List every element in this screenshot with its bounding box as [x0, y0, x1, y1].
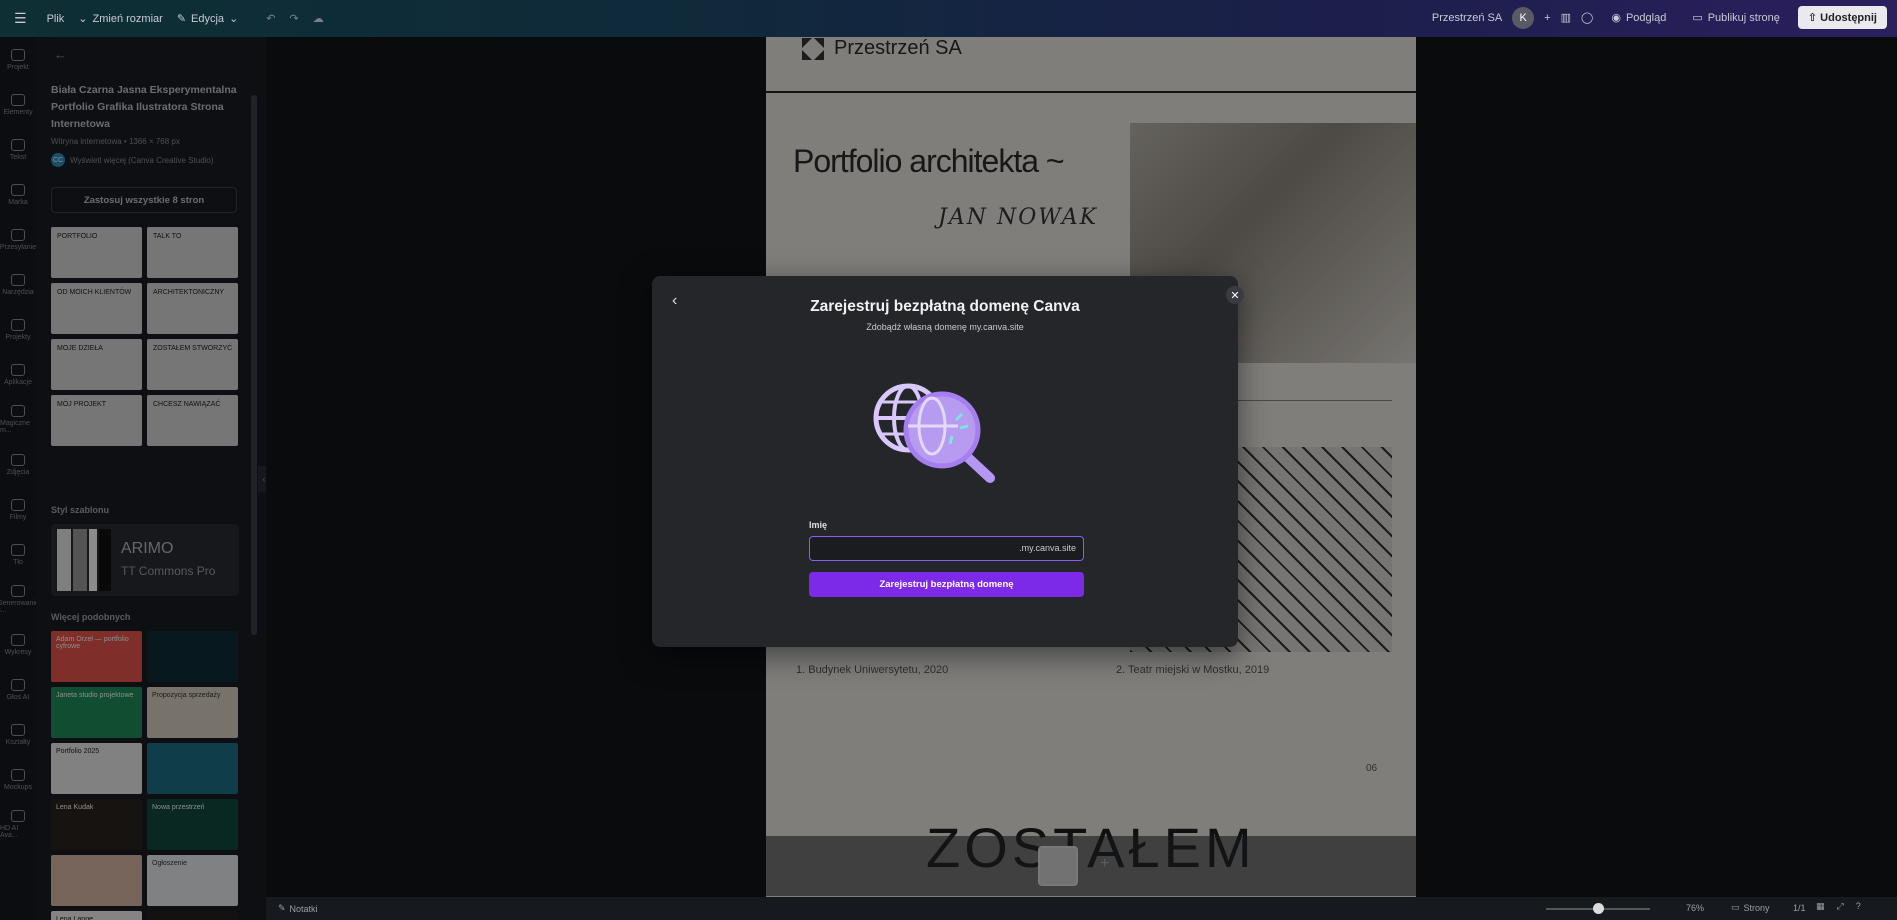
pages-button[interactable]: ▭ Strony — [1731, 902, 1770, 913]
name-label: Imię — [809, 520, 828, 530]
register-domain-dialog: ‹ ✕ Zarejestruj bezpłatną domenę Canva Z… — [652, 276, 1244, 647]
file-menu[interactable]: Plik — [47, 13, 65, 25]
dialog-subtitle: Zdobądź własną domenę my.canva.site — [866, 322, 1024, 332]
page-count: 1/1 — [1793, 903, 1806, 913]
resize-button[interactable]: ⌄ Zmień rozmiar — [78, 12, 163, 26]
chevron-down-icon: ⌄ — [229, 13, 239, 25]
eye-icon: ◉ — [1611, 12, 1621, 24]
preview-button[interactable]: ◉ Podgląd — [1603, 7, 1674, 28]
grid-view-icon[interactable]: ▦ — [1816, 901, 1825, 912]
zoom-slider-handle[interactable] — [1593, 903, 1604, 914]
domain-name-input[interactable] — [810, 537, 1010, 559]
notes-button[interactable]: ✎ Notatki — [278, 903, 318, 914]
undo-button[interactable]: ↶ — [266, 12, 275, 25]
comments-icon[interactable]: ◯ — [1581, 11, 1593, 24]
edit-menu[interactable]: ✎ Edycja ⌄ — [176, 12, 239, 26]
menu-icon[interactable]: ☰ — [14, 10, 27, 27]
pages-icon: ▭ — [1731, 902, 1740, 912]
domain-suffix: .my.canva.site — [1019, 543, 1076, 553]
bottom-bar: ✎ Notatki 76% ▭ Strony 1/1 ▦ ⤢ ? — [266, 897, 1897, 920]
avatar[interactable]: K — [1512, 6, 1535, 29]
monitor-icon: ▭ — [1692, 12, 1703, 24]
help-icon[interactable]: ? — [1856, 901, 1861, 912]
publish-button[interactable]: ▭ Publikuj stronę — [1684, 7, 1788, 28]
cloud-save-icon[interactable]: ☁ — [313, 12, 324, 25]
resize-icon: ⌄ — [78, 13, 88, 25]
dialog-title: Zarejestruj bezpłatną domenę Canva — [810, 298, 1080, 315]
zoom-value[interactable]: 76% — [1686, 903, 1704, 913]
analytics-icon[interactable]: ▥ — [1561, 11, 1571, 24]
pencil-icon: ✎ — [176, 13, 187, 25]
notes-icon: ✎ — [278, 903, 286, 913]
domain-input-wrapper: .my.canva.site — [809, 536, 1084, 561]
top-bar: ☰ Plik ⌄ Zmień rozmiar ✎ Edycja ⌄ ↶ ↷ ☁ Prz… — [0, 0, 1897, 37]
upload-icon: ⇧ — [1807, 12, 1821, 24]
workspace-name[interactable]: Przestrzeń SA — [1432, 12, 1502, 24]
redo-button[interactable]: ↷ — [290, 12, 299, 25]
add-collaborator-button[interactable]: + — [1544, 12, 1550, 24]
register-domain-button[interactable]: Zarejestruj bezpłatną domenę — [809, 572, 1084, 597]
globe-magnifier-icon — [873, 383, 995, 483]
share-button[interactable]: ⇧ Udostępnij — [1797, 6, 1887, 29]
fullscreen-icon[interactable]: ⤢ — [1837, 901, 1844, 912]
